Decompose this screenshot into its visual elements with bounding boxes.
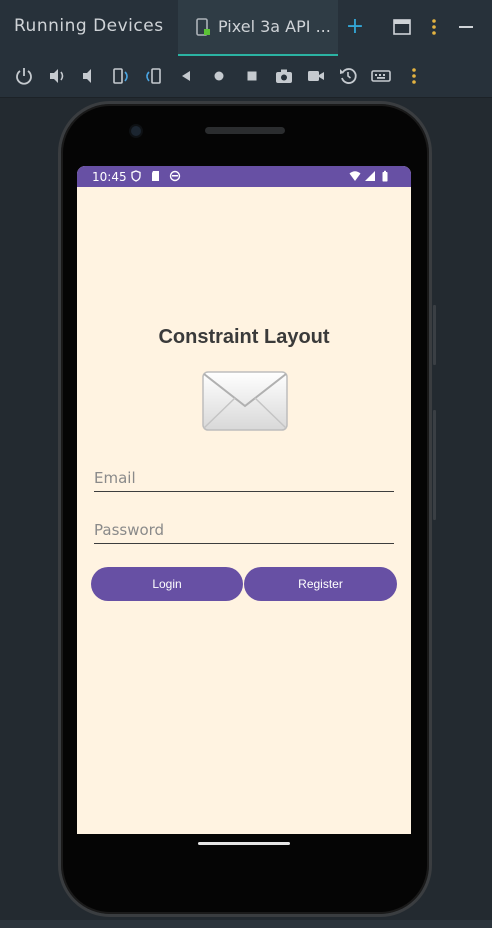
screen-record-icon[interactable] xyxy=(306,66,326,86)
cell-signal-icon xyxy=(365,171,375,181)
home-icon[interactable] xyxy=(209,66,229,86)
app-notification-icon xyxy=(169,170,181,182)
envelope-icon xyxy=(202,371,288,431)
earpiece-speaker xyxy=(205,127,285,134)
phone-power-key xyxy=(433,305,436,365)
login-button[interactable]: Login xyxy=(91,567,243,601)
rotate-left-icon[interactable] xyxy=(111,66,131,86)
keyboard-icon[interactable] xyxy=(371,66,391,86)
device-icon xyxy=(196,18,210,36)
page-title: Constraint Layout xyxy=(158,326,330,348)
wifi-icon xyxy=(349,171,361,181)
rotate-right-icon[interactable] xyxy=(143,66,163,86)
email-placeholder: Email xyxy=(94,469,136,487)
gesture-nav-handle[interactable] xyxy=(198,842,290,845)
sd-card-icon xyxy=(152,171,159,181)
back-icon[interactable] xyxy=(176,66,196,86)
overview-icon[interactable] xyxy=(242,66,262,86)
screenshot-icon[interactable] xyxy=(274,66,294,86)
shield-icon xyxy=(131,170,141,182)
volume-up-icon[interactable] xyxy=(47,66,67,86)
status-bar: 10:45 xyxy=(77,166,411,187)
front-camera xyxy=(131,126,141,136)
device-screen[interactable]: 10:45 Constraint Layout Email Password L… xyxy=(77,166,411,834)
reset-icon[interactable] xyxy=(338,66,358,86)
more-icon[interactable] xyxy=(404,66,424,86)
tool-window-header: Running Devices Pixel 3a API ... + xyxy=(0,0,492,56)
password-field[interactable]: Password xyxy=(94,518,394,544)
tab-label: Pixel 3a API ... xyxy=(218,17,331,36)
viewport-footer xyxy=(0,920,492,928)
password-placeholder: Password xyxy=(94,521,165,539)
options-menu-icon[interactable] xyxy=(424,17,444,37)
power-icon[interactable] xyxy=(14,66,34,86)
minimize-icon[interactable] xyxy=(456,17,476,37)
add-tab-button[interactable]: + xyxy=(344,14,366,40)
tab-pixel-3a[interactable]: Pixel 3a API ... xyxy=(178,0,338,56)
battery-icon xyxy=(382,170,388,182)
panel-title: Running Devices xyxy=(14,16,164,36)
phone-volume-key xyxy=(433,410,436,520)
device-toolbar xyxy=(0,56,492,98)
status-time: 10:45 xyxy=(92,170,127,184)
register-button[interactable]: Register xyxy=(244,567,397,601)
volume-down-icon[interactable] xyxy=(79,66,99,86)
window-layout-icon[interactable] xyxy=(392,17,412,37)
email-field[interactable]: Email xyxy=(94,466,394,492)
